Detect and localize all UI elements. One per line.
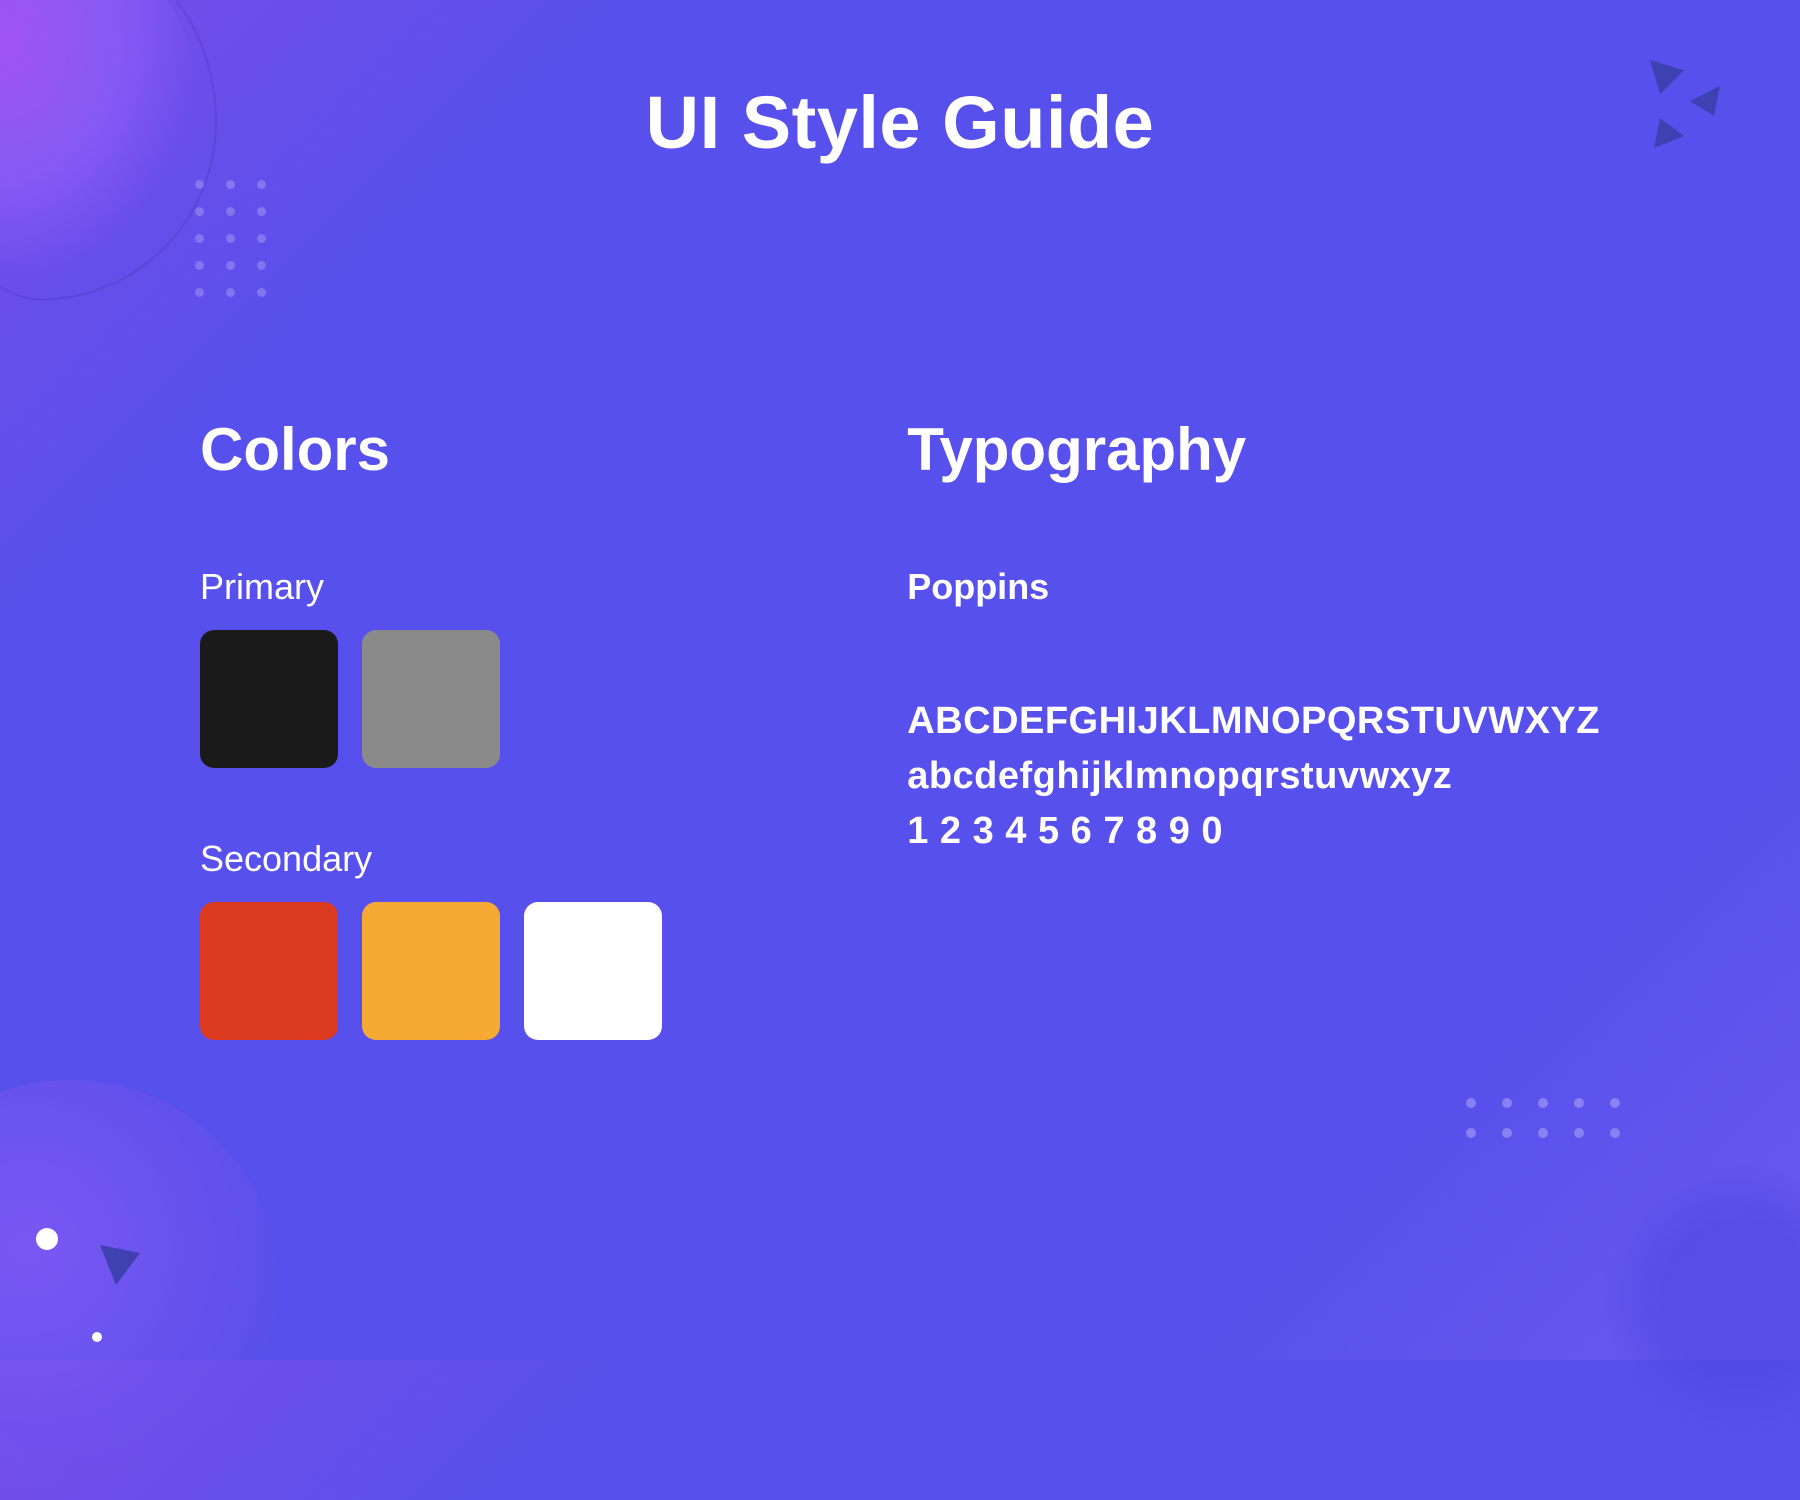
page-title: UI Style Guide [200, 80, 1600, 165]
color-swatch-primary-2 [362, 630, 500, 768]
typography-sample-lower: abcdefghijklmnopqrstuvwxyz [907, 749, 1600, 804]
colors-heading: Colors [200, 415, 767, 484]
typography-font-name: Poppins [907, 566, 1600, 608]
color-swatch-secondary-3 [524, 902, 662, 1040]
secondary-swatch-row [200, 902, 767, 1040]
colors-section: Colors Primary Secondary [200, 415, 767, 1110]
secondary-label: Secondary [200, 838, 767, 880]
primary-label: Primary [200, 566, 767, 608]
color-swatch-primary-1 [200, 630, 338, 768]
style-guide-content: UI Style Guide Colors Primary Secondary … [0, 0, 1800, 1360]
color-swatch-secondary-1 [200, 902, 338, 1040]
typography-section: Typography Poppins ABCDEFGHIJKLMNOPQRSTU… [907, 415, 1600, 1110]
typography-sample-digits: 1 2 3 4 5 6 7 8 9 0 [907, 804, 1600, 859]
color-swatch-secondary-2 [362, 902, 500, 1040]
primary-swatch-row [200, 630, 767, 768]
typography-sample-upper: ABCDEFGHIJKLMNOPQRSTUVWXYZ [907, 694, 1600, 749]
typography-heading: Typography [907, 415, 1600, 484]
